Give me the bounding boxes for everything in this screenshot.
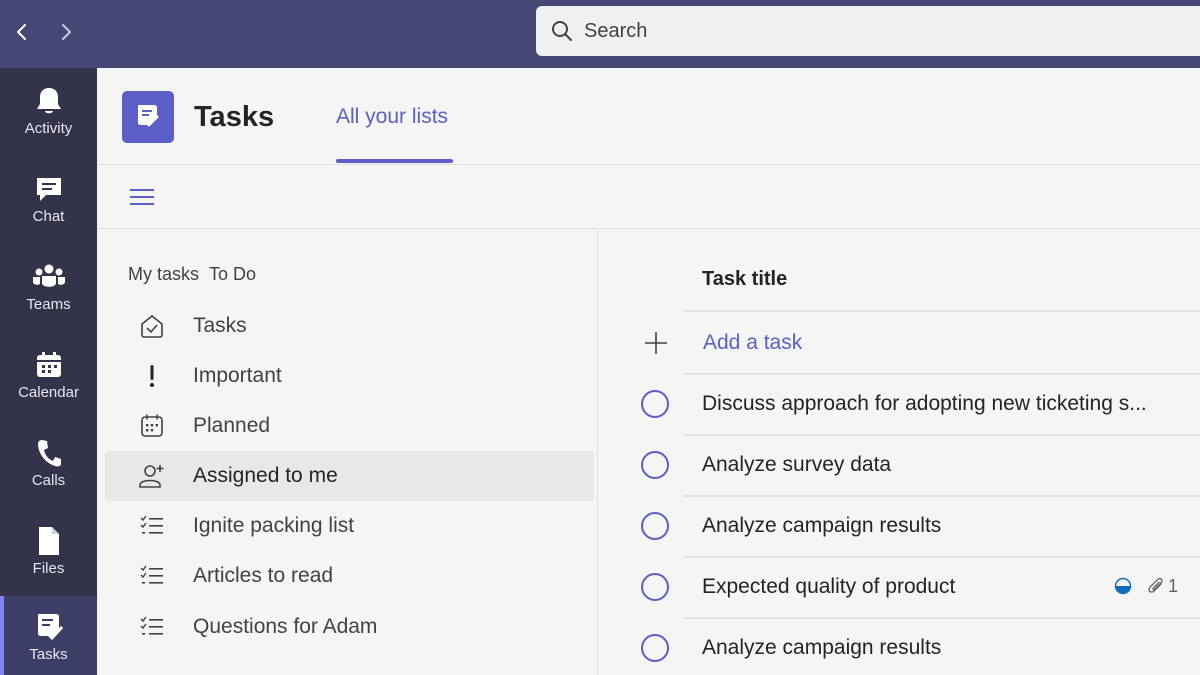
rail-label: Teams [26,296,71,313]
column-header-task-title[interactable]: Task title [702,268,787,291]
rail-item-files[interactable]: Files [0,524,97,604]
checklist-icon [137,561,167,591]
rail-label: Tasks [29,646,68,663]
task-title[interactable]: Analyze campaign results [702,636,941,660]
exclamation-icon [137,361,167,391]
list-item-planned[interactable]: Planned [105,401,594,451]
task-row[interactable]: Analyze campaign results [599,619,1200,675]
rail-item-activity[interactable]: Activity [0,84,97,164]
rail-label: Files [32,560,65,577]
complete-checkbox[interactable] [641,634,669,662]
calendar-grid-icon [137,411,167,441]
list-item-questions-for-adam[interactable]: Questions for Adam [105,602,594,652]
lists-section-header: My tasks To Do [128,264,256,285]
section-title: My tasks [128,264,200,284]
lists-pane: My tasks To Do Tasks Important Planned As… [97,230,598,675]
rail-label: Chat [32,208,65,225]
task-title[interactable]: Discuss approach for adopting new ticket… [702,392,1147,416]
app-title: Tasks [194,101,275,133]
complete-checkbox[interactable] [641,390,669,418]
list-item-ignite-packing-list[interactable]: Ignite packing list [105,501,594,551]
task-row[interactable]: Analyze campaign results [599,497,1200,558]
rail-label: Calendar [18,384,79,401]
rail-item-calendar[interactable]: Calendar [0,348,97,428]
chevron-right-icon [62,24,71,40]
chevron-left-icon [17,24,26,40]
task-title[interactable]: Analyze survey data [702,453,891,477]
attachment-count: 1 [1168,576,1179,596]
rail-label: Activity [24,120,73,137]
search-input[interactable]: Search [536,6,1200,56]
plus-icon [645,332,667,354]
app-header: Tasks All your lists [97,68,1200,165]
complete-checkbox[interactable] [641,573,669,601]
list-item-assigned-to-me[interactable]: Assigned to me [105,451,594,501]
rail-item-calls[interactable]: Calls [0,436,97,516]
forward-button[interactable] [54,18,78,46]
list-item-label: Important [193,364,282,387]
app-rail: Activity Chat Teams Calendar Calls Files [0,68,97,675]
list-item-label: Planned [193,414,271,437]
rail-label: Calls [31,472,66,489]
active-tab-indicator [336,159,453,163]
section-subtitle: To Do [209,264,257,284]
home-check-icon [137,311,167,341]
task-row[interactable]: Discuss approach for adopting new ticket… [599,375,1200,436]
bell-icon [31,84,67,118]
add-task-label: Add a task [703,331,803,354]
rail-item-tasks[interactable]: Tasks [0,596,97,675]
add-task-row[interactable]: Add a task [599,312,1200,374]
task-row[interactable]: Analyze survey data [599,436,1200,497]
rail-item-chat[interactable]: Chat [0,172,97,252]
list-item-label: Ignite packing list [193,514,355,537]
toolbar [97,166,1200,229]
paperclip-icon [1148,577,1163,593]
task-title[interactable]: Analyze campaign results [702,514,941,538]
complete-checkbox[interactable] [641,512,669,540]
checklist-icon [137,612,167,642]
task-row[interactable]: Expected quality of product 1 [599,558,1200,619]
teams-icon [31,260,67,294]
tasks-pane: Task title Add a task Discuss approach f… [599,230,1200,675]
checklist-icon [137,511,167,541]
file-icon [31,524,67,558]
back-button[interactable] [10,18,34,46]
list-item-tasks[interactable]: Tasks [105,301,594,351]
task-title[interactable]: Expected quality of product [702,575,955,599]
complete-checkbox[interactable] [641,451,669,479]
hamburger-menu-icon[interactable] [129,185,155,209]
chat-icon [31,172,67,206]
list-item-label: Articles to read [193,564,334,587]
list-item-important[interactable]: Important [105,351,594,401]
person-add-icon [137,461,167,491]
tasks-icon [31,610,67,644]
calendar-icon [31,348,67,382]
search-placeholder: Search [584,19,648,42]
in-progress-icon [1114,577,1132,595]
search-icon [552,21,572,41]
phone-icon [31,436,67,470]
title-bar: Search [0,0,1200,68]
rail-item-teams[interactable]: Teams [0,260,97,340]
tasks-app-logo-icon [122,91,174,143]
list-item-label: Tasks [193,314,247,337]
list-item-label: Questions for Adam [193,615,378,638]
tab-all-your-lists[interactable]: All your lists [336,105,448,129]
list-item-label: Assigned to me [193,464,338,487]
list-item-articles-to-read[interactable]: Articles to read [105,551,594,601]
